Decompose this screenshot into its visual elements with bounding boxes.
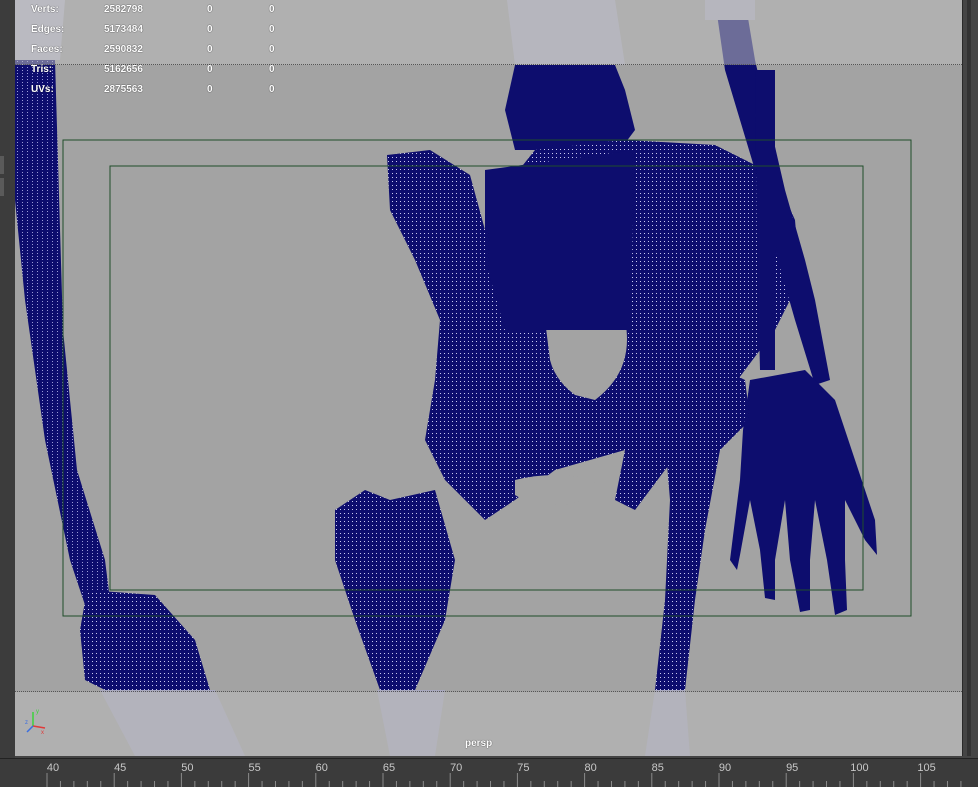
viewport-panel[interactable]: Verts: 2582798 0 0 Edges: 5173484 0 0 Fa… [15, 0, 963, 756]
frame-label: 105 [917, 762, 936, 774]
stat-label: Tris: [31, 64, 53, 75]
left-toolbar-strip [0, 0, 15, 758]
stat-label: Edges: [31, 24, 65, 35]
hud-divider [15, 691, 962, 692]
stat-components: 0 [269, 4, 275, 15]
frame-label: 70 [450, 762, 463, 774]
stat-components: 0 [269, 44, 275, 55]
time-slider[interactable]: 40 45 50 55 60 65 70 75 80 85 90 95 100 105 [0, 758, 978, 787]
timeline-ruler[interactable] [0, 759, 978, 787]
pelvis-bone [387, 140, 800, 520]
heads-up-display-top [15, 0, 962, 65]
frame-label: 45 [114, 762, 127, 774]
camera-name-label: persp [465, 738, 493, 749]
frame-label: 100 [850, 762, 869, 774]
hud-divider [15, 64, 962, 65]
frame-label: 75 [517, 762, 530, 774]
xyz-axis-icon: y z x [25, 709, 46, 736]
stat-label: Verts: [31, 4, 59, 15]
toolbar-button[interactable] [0, 156, 4, 174]
stat-components: 0 [269, 24, 275, 35]
frame-label: 50 [181, 762, 194, 774]
frame-label: 40 [46, 762, 60, 774]
stat-total: 2875563 [104, 84, 143, 95]
frame-label: 90 [718, 762, 732, 774]
stat-selected: 0 [207, 64, 213, 75]
toolbar-button[interactable] [0, 178, 4, 196]
stat-selected: 0 [207, 84, 213, 95]
svg-text:y: y [36, 709, 39, 715]
stat-selected: 0 [207, 44, 213, 55]
stat-selected: 0 [207, 4, 213, 15]
svg-text:x: x [41, 730, 44, 736]
frame-label: 95 [786, 762, 799, 774]
stat-total: 2590832 [104, 44, 143, 55]
panel-resize-handle[interactable] [967, 0, 971, 756]
stat-components: 0 [269, 64, 275, 75]
stat-label: UVs: [31, 84, 54, 95]
frame-label: 55 [248, 762, 261, 774]
stat-total: 5173484 [104, 24, 143, 35]
stat-total: 2582798 [104, 4, 143, 15]
skeleton-wireframe-scene[interactable] [15, 0, 962, 756]
stat-label: Faces: [31, 44, 63, 55]
frame-label: 85 [651, 762, 664, 774]
frame-label: 65 [382, 762, 396, 774]
frame-label: 60 [315, 762, 328, 774]
svg-text:z: z [25, 720, 28, 726]
stat-total: 5162656 [104, 64, 143, 75]
stat-selected: 0 [207, 24, 213, 35]
right-scroll-strip [963, 0, 978, 758]
stat-components: 0 [269, 84, 275, 95]
frame-label: 80 [584, 762, 597, 774]
